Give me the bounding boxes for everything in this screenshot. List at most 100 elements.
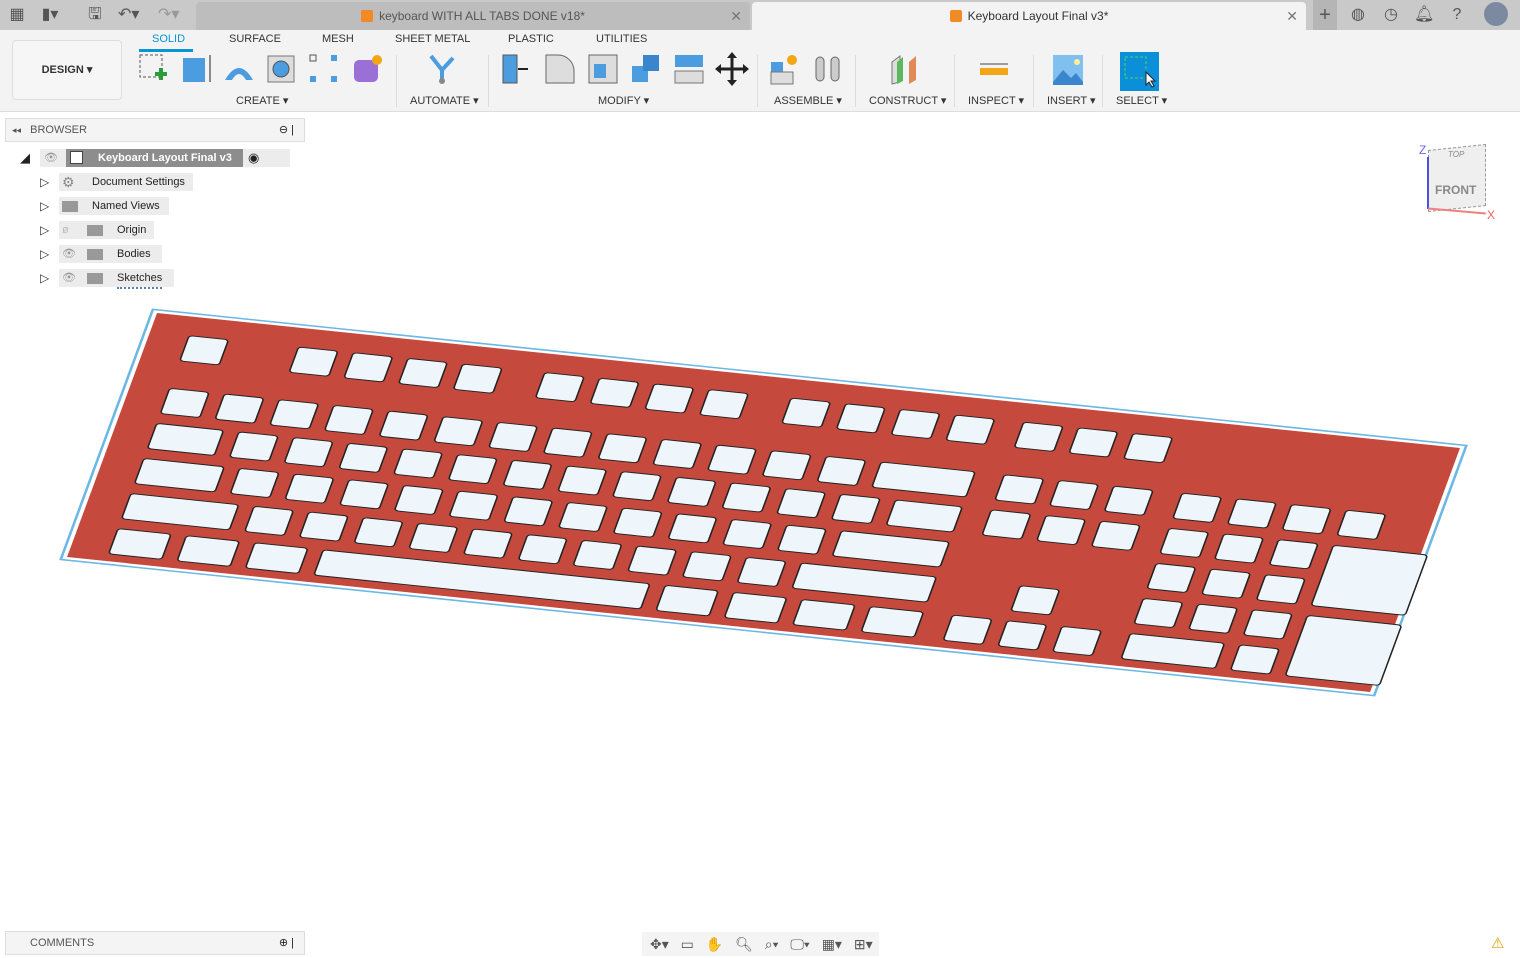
grid-settings-icon[interactable]: ▦▾ [822,932,842,956]
switch-cutout[interactable] [793,599,855,630]
switch-cutout[interactable] [861,607,923,638]
switch-cutout[interactable] [832,494,881,523]
switch-cutout[interactable] [1091,521,1140,550]
switch-cutout[interactable] [598,434,647,463]
switch-cutout[interactable] [653,439,702,468]
switch-cutout[interactable] [434,417,483,446]
switch-cutout[interactable] [737,557,786,586]
switch-cutout[interactable] [339,443,388,472]
switch-cutout[interactable] [573,540,622,569]
switch-cutout[interactable] [1069,428,1118,457]
switch-cutout[interactable] [215,394,264,423]
switch-cutout[interactable] [1202,569,1251,598]
switch-cutout[interactable] [230,432,279,461]
switch-cutout[interactable] [1173,493,1222,522]
fit-icon[interactable]: ⌕▾ [765,932,779,956]
switch-cutout[interactable] [180,336,229,365]
switch-cutout[interactable] [394,449,443,478]
switch-cutout[interactable] [817,456,866,485]
switch-cutout[interactable] [543,428,592,457]
switch-cutout[interactable] [946,415,995,444]
switch-cutout[interactable] [503,460,552,489]
switch-cutout[interactable] [1231,645,1280,674]
switch-cutout[interactable] [1243,610,1292,639]
switch-cutout[interactable] [1050,480,1099,509]
switch-cutout[interactable] [109,529,171,560]
expand-icon[interactable]: ⊕ | [279,932,294,954]
viewports-icon[interactable]: ⊞▾ [854,932,873,956]
switch-cutout[interactable] [379,411,428,440]
switch-cutout[interactable] [325,405,374,434]
switch-cutout[interactable] [1256,575,1305,604]
switch-cutout[interactable] [891,409,940,438]
switch-cutout[interactable] [1053,626,1102,655]
switch-cutout[interactable] [270,400,319,429]
switch-cutout[interactable] [613,508,662,537]
switch-cutout[interactable] [504,497,553,526]
switch-cutout[interactable] [299,512,348,541]
switch-cutout[interactable] [1228,499,1277,528]
switch-cutout[interactable] [777,489,826,518]
switch-cutout[interactable] [453,364,502,393]
switch-cutout[interactable] [518,535,567,564]
switch-cutout[interactable] [284,438,333,467]
switch-cutout[interactable] [943,615,992,644]
switch-cutout[interactable] [1011,586,1060,615]
switch-cutout[interactable] [399,358,448,387]
display-settings-icon[interactable]: 🖵▾ [790,932,809,956]
switch-cutout[interactable] [535,373,584,402]
switch-cutout[interactable] [354,518,403,547]
switch-cutout[interactable] [285,474,334,503]
switch-cutout[interactable] [722,483,771,512]
switch-cutout[interactable] [1160,528,1209,557]
switch-cutout[interactable] [230,468,279,497]
switch-cutout[interactable] [1147,563,1196,592]
switch-cutout[interactable] [1134,598,1183,627]
keyboard-plate-model[interactable] [0,0,1520,958]
switch-cutout[interactable] [559,502,608,531]
switch-cutout[interactable] [409,523,458,552]
switch-cutout[interactable] [656,585,718,616]
switch-cutout[interactable] [1269,540,1318,569]
switch-cutout[interactable] [177,536,239,567]
switch-cutout[interactable] [708,445,757,474]
switch-cutout[interactable] [723,519,772,548]
switch-cutout[interactable] [448,455,497,484]
switch-cutout[interactable] [489,422,538,451]
pan-icon[interactable]: ✋ [706,932,723,956]
zoom-icon[interactable]: 🔍︎ [735,932,753,956]
view-cube-front[interactable]: FRONT [1435,183,1476,197]
switch-cutout[interactable] [724,592,786,623]
look-at-icon[interactable]: ▭ [681,932,694,956]
switch-cutout[interactable] [1104,486,1153,515]
switch-cutout[interactable] [613,472,662,501]
view-cube-top[interactable]: TOP [1448,150,1464,159]
switch-cutout[interactable] [1215,534,1264,563]
switch-cutout[interactable] [1189,604,1238,633]
switch-cutout[interactable] [982,510,1031,539]
switch-cutout[interactable] [778,525,827,554]
switch-cutout[interactable] [782,398,831,427]
switch-cutout[interactable] [394,485,443,514]
switch-cutout[interactable] [340,480,389,509]
comments-panel-header[interactable]: COMMENTS ⊕ | [5,931,305,955]
switch-cutout[interactable] [667,477,716,506]
switch-cutout[interactable] [558,466,607,495]
switch-cutout[interactable] [1337,510,1386,539]
switch-cutout[interactable] [645,384,694,413]
switch-cutout[interactable] [344,353,393,382]
switch-cutout[interactable] [245,506,294,535]
switch-cutout[interactable] [668,514,717,543]
orbit-icon[interactable]: ✥▾ [650,932,669,956]
view-cube[interactable]: TOP FRONT Z X [1418,143,1498,223]
switch-cutout[interactable] [628,546,677,575]
switch-cutout[interactable] [1124,433,1173,462]
switch-cutout[interactable] [836,404,885,433]
switch-cutout[interactable] [762,451,811,480]
switch-cutout[interactable] [160,388,209,417]
switch-cutout[interactable] [1037,515,1086,544]
switch-cutout[interactable] [1014,422,1063,451]
switch-cutout[interactable] [683,552,732,581]
switch-cutout[interactable] [245,543,307,574]
switch-cutout[interactable] [289,347,338,376]
